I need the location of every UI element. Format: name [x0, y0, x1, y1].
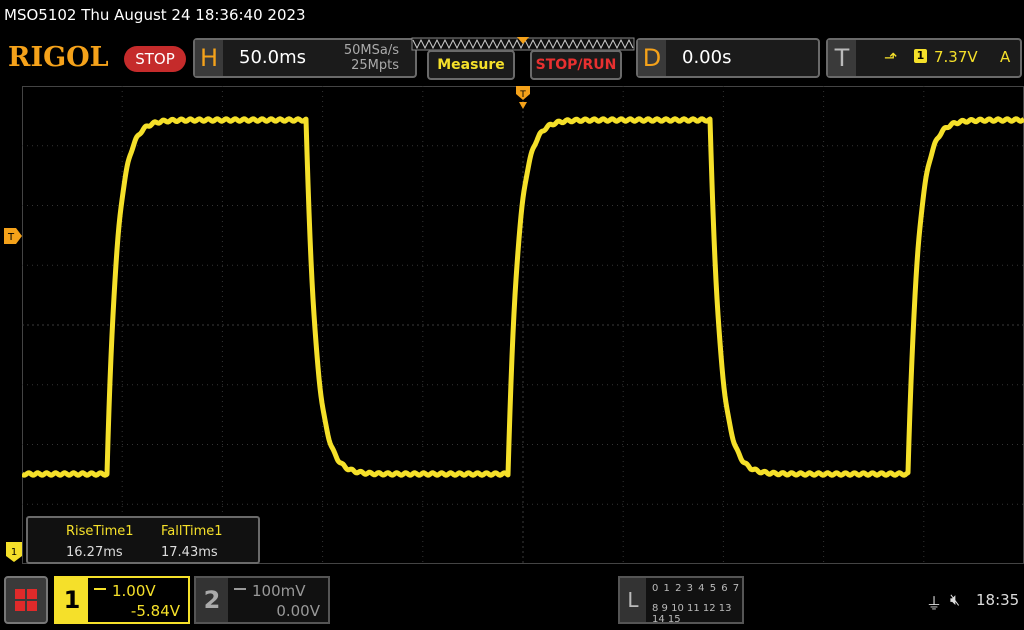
svg-text:1: 1	[11, 547, 17, 558]
sample-info: 50MSa/s 25Mpts	[344, 43, 399, 73]
trigger-level: 7.37V	[934, 48, 978, 66]
rigol-logo: RIGOL	[8, 42, 109, 73]
run-state-badge[interactable]: STOP	[124, 46, 186, 72]
logic-analyzer-panel[interactable]: L 0 1 2 3 4 5 6 7 8 9 10 11 12 13 14 15	[618, 576, 744, 625]
waveform-grid[interactable]	[22, 86, 1024, 564]
measurement-results[interactable]: RiseTime1 16.27ms FallTime1 17.43ms	[26, 516, 260, 564]
channel1-offset-marker[interactable]: 1	[6, 542, 22, 562]
usb-icon: ⏚	[926, 594, 943, 613]
channel1-offset: -5.84V	[130, 602, 180, 620]
memory-depth: 25Mpts	[351, 58, 399, 73]
trigger-letter: T	[828, 40, 856, 76]
logic-channels-row1: 0 1 2 3 4 5 6 7	[652, 583, 741, 594]
channel1-scale: 1.00V	[112, 582, 156, 600]
memory-position-indicator	[411, 37, 635, 51]
waveform-display	[22, 86, 1024, 564]
clock: 18:35	[976, 591, 1020, 609]
trigger-mode: A	[1000, 48, 1011, 66]
svg-text:T: T	[519, 90, 526, 100]
timebase-value: 50.0ms	[239, 47, 306, 68]
delay-value: 0.00s	[682, 47, 732, 68]
dc-coupling-icon	[234, 588, 246, 596]
trigger-level-marker[interactable]: T	[0, 228, 22, 244]
trigger-position-marker[interactable]: T	[516, 86, 530, 110]
channel2-scale: 100mV	[252, 582, 306, 600]
channel2-panel[interactable]: 2 100mV 0.00V	[194, 576, 330, 624]
channel2-number: 2	[196, 578, 228, 622]
rising-edge-icon: ⬏	[884, 48, 898, 67]
channel1-panel[interactable]: 1 1.00V -5.84V	[54, 576, 190, 624]
window-title: MSO5102 Thu August 24 18:36:40 2023	[4, 6, 306, 24]
rise-time-label: RiseTime1	[66, 524, 134, 539]
fall-time-value: 17.43ms	[161, 545, 218, 560]
delay-letter: D	[638, 40, 666, 76]
sample-rate: 50MSa/s	[343, 43, 399, 58]
trigger-source-badge: 1	[914, 49, 927, 63]
channel2-offset: 0.00V	[276, 602, 320, 620]
main-menu-button[interactable]	[4, 576, 48, 624]
speaker-muted-icon[interactable]: 🔇︎	[950, 590, 960, 610]
bottom-bar: 1 1.00V -5.84V 2 100mV 0.00V L 0 1 2 3 4…	[0, 570, 1024, 630]
trigger-panel[interactable]: T ⬏ 1 7.37V A	[826, 38, 1022, 78]
grid-menu-icon	[15, 589, 37, 611]
channel1-number: 1	[56, 578, 88, 622]
horizontal-letter: H	[195, 40, 223, 76]
horizontal-panel[interactable]: H 50.0ms 50MSa/s 25Mpts	[193, 38, 417, 78]
dc-coupling-icon	[94, 588, 106, 596]
measure-button[interactable]: Measure	[427, 50, 515, 80]
rise-time-value: 16.27ms	[66, 545, 123, 560]
logic-letter: L	[620, 578, 646, 622]
logic-channels-row2: 8 9 10 11 12 13 14 15	[652, 603, 732, 625]
svg-text:T: T	[7, 232, 15, 243]
stop-run-button[interactable]: STOP/RUN	[530, 50, 622, 80]
fall-time-label: FallTime1	[161, 524, 223, 539]
delay-panel[interactable]: D 0.00s	[636, 38, 820, 78]
